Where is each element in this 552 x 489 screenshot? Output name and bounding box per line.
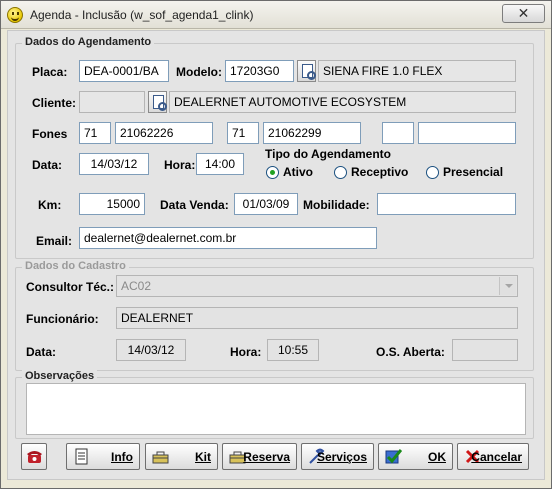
cliente-lookup-button[interactable] <box>148 91 167 113</box>
group-title-observacoes: Observações <box>22 370 98 382</box>
os-aberta-label: O.S. Aberta: <box>376 345 445 359</box>
hora-input[interactable]: 14:00 <box>196 153 244 175</box>
fones-label: Fones <box>32 127 68 141</box>
cadastro-hora-label: Hora: <box>230 345 262 359</box>
smiley-app-icon <box>7 7 23 23</box>
observacoes-textarea[interactable] <box>26 383 526 435</box>
fone3-ddd-input[interactable] <box>382 122 414 144</box>
fone2-number-input[interactable]: 21062299 <box>263 122 361 144</box>
funcionario-label: Funcionário: <box>26 312 99 326</box>
hora-label: Hora: <box>164 158 196 172</box>
fone2-ddd-input[interactable]: 71 <box>227 122 259 144</box>
servicos-button-label: Serviços <box>316 450 367 464</box>
radio-presencial-label: Presencial <box>443 165 504 179</box>
ok-button[interactable]: OK <box>378 443 453 470</box>
info-button[interactable]: Info <box>66 443 140 470</box>
consultor-label: Consultor Téc.: <box>26 280 115 294</box>
email-input[interactable]: dealernet@dealernet.com.br <box>79 227 377 249</box>
mobilidade-input[interactable] <box>377 193 516 215</box>
cliente-label: Cliente: <box>32 96 77 110</box>
placa-label: Placa: <box>32 65 68 79</box>
info-button-label: Info <box>111 450 133 464</box>
checkmark-icon <box>385 449 402 464</box>
form-client-area: Dados do Agendamento Placa: DEA-0001/BA … <box>7 30 545 480</box>
funcionario-field: DEALERNET <box>116 307 518 329</box>
os-aberta-field <box>452 339 518 361</box>
consultor-select[interactable]: AC02 <box>116 275 518 297</box>
km-input[interactable]: 15000 <box>79 193 145 215</box>
title-bar[interactable]: Agenda - Inclusão (w_sof_agenda1_clink) … <box>1 1 551 29</box>
email-label: Email: <box>36 234 73 248</box>
reserva-button[interactable]: Reserva <box>222 443 297 470</box>
document-icon <box>75 448 88 465</box>
radio-receptivo-button[interactable] <box>334 165 347 179</box>
mobilidade-label: Mobilidade: <box>303 198 370 212</box>
fone1-number-input[interactable]: 21062226 <box>115 122 213 144</box>
radio-receptivo-label: Receptivo <box>351 165 409 179</box>
data-venda-input[interactable]: 01/03/09 <box>234 193 298 215</box>
fone3-number-input[interactable] <box>418 122 516 144</box>
fone1-ddd-input[interactable]: 71 <box>79 122 111 144</box>
tipo-agendamento-label: Tipo do Agendamento <box>265 147 391 161</box>
consultor-value: AC02 <box>121 279 152 293</box>
group-title-agendamento: Dados do Agendamento <box>22 36 155 48</box>
cliente-name-field: DEALERNET AUTOMOTIVE ECOSYSTEM <box>169 91 516 113</box>
servicos-button[interactable]: Serviços <box>301 443 374 470</box>
reserva-button-label: Reserva <box>243 450 290 464</box>
cancelar-button-label: Cancelar <box>471 450 522 464</box>
agenda-window: Agenda - Inclusão (w_sof_agenda1_clink) … <box>0 0 552 489</box>
close-icon: ✕ <box>517 5 530 21</box>
radio-receptivo[interactable]: Receptivo <box>334 165 408 179</box>
data-venda-label: Data Venda: <box>160 198 229 212</box>
cadastro-data-label: Data: <box>26 345 57 359</box>
window-title: Agenda - Inclusão (w_sof_agenda1_clink) <box>30 8 254 22</box>
cancelar-button[interactable]: Cancelar <box>457 443 529 470</box>
modelo-lookup-button[interactable] <box>297 60 316 82</box>
radio-ativo-label: Ativo <box>283 165 313 179</box>
cliente-code-input[interactable] <box>79 91 145 113</box>
telephone-icon <box>27 451 42 463</box>
radio-presencial-button[interactable] <box>426 165 439 179</box>
modelo-desc-field: SIENA FIRE 1.0 FLEX <box>318 60 516 82</box>
data-input[interactable]: 14/03/12 <box>79 153 149 175</box>
modelo-label: Modelo: <box>176 65 222 79</box>
data-label: Data: <box>32 158 63 172</box>
cadastro-hora-field: 10:55 <box>267 339 319 361</box>
phone-button[interactable] <box>21 443 47 470</box>
group-title-cadastro: Dados do Cadastro <box>22 260 129 272</box>
toolbox-icon <box>152 451 169 464</box>
kit-button-label: Kit <box>195 450 211 464</box>
chevron-down-icon[interactable] <box>499 277 516 295</box>
radio-ativo[interactable]: Ativo <box>266 165 313 179</box>
radio-ativo-button[interactable] <box>266 165 279 179</box>
placa-input[interactable]: DEA-0001/BA <box>79 60 169 82</box>
radio-presencial[interactable]: Presencial <box>426 165 503 179</box>
km-label: Km: <box>38 198 62 212</box>
cadastro-data-field: 14/03/12 <box>116 339 186 361</box>
modelo-code-input[interactable]: 17203G0 <box>225 60 294 82</box>
ok-button-label: OK <box>428 450 446 464</box>
close-button[interactable]: ✕ <box>502 4 545 23</box>
kit-button[interactable]: Kit <box>145 443 218 470</box>
